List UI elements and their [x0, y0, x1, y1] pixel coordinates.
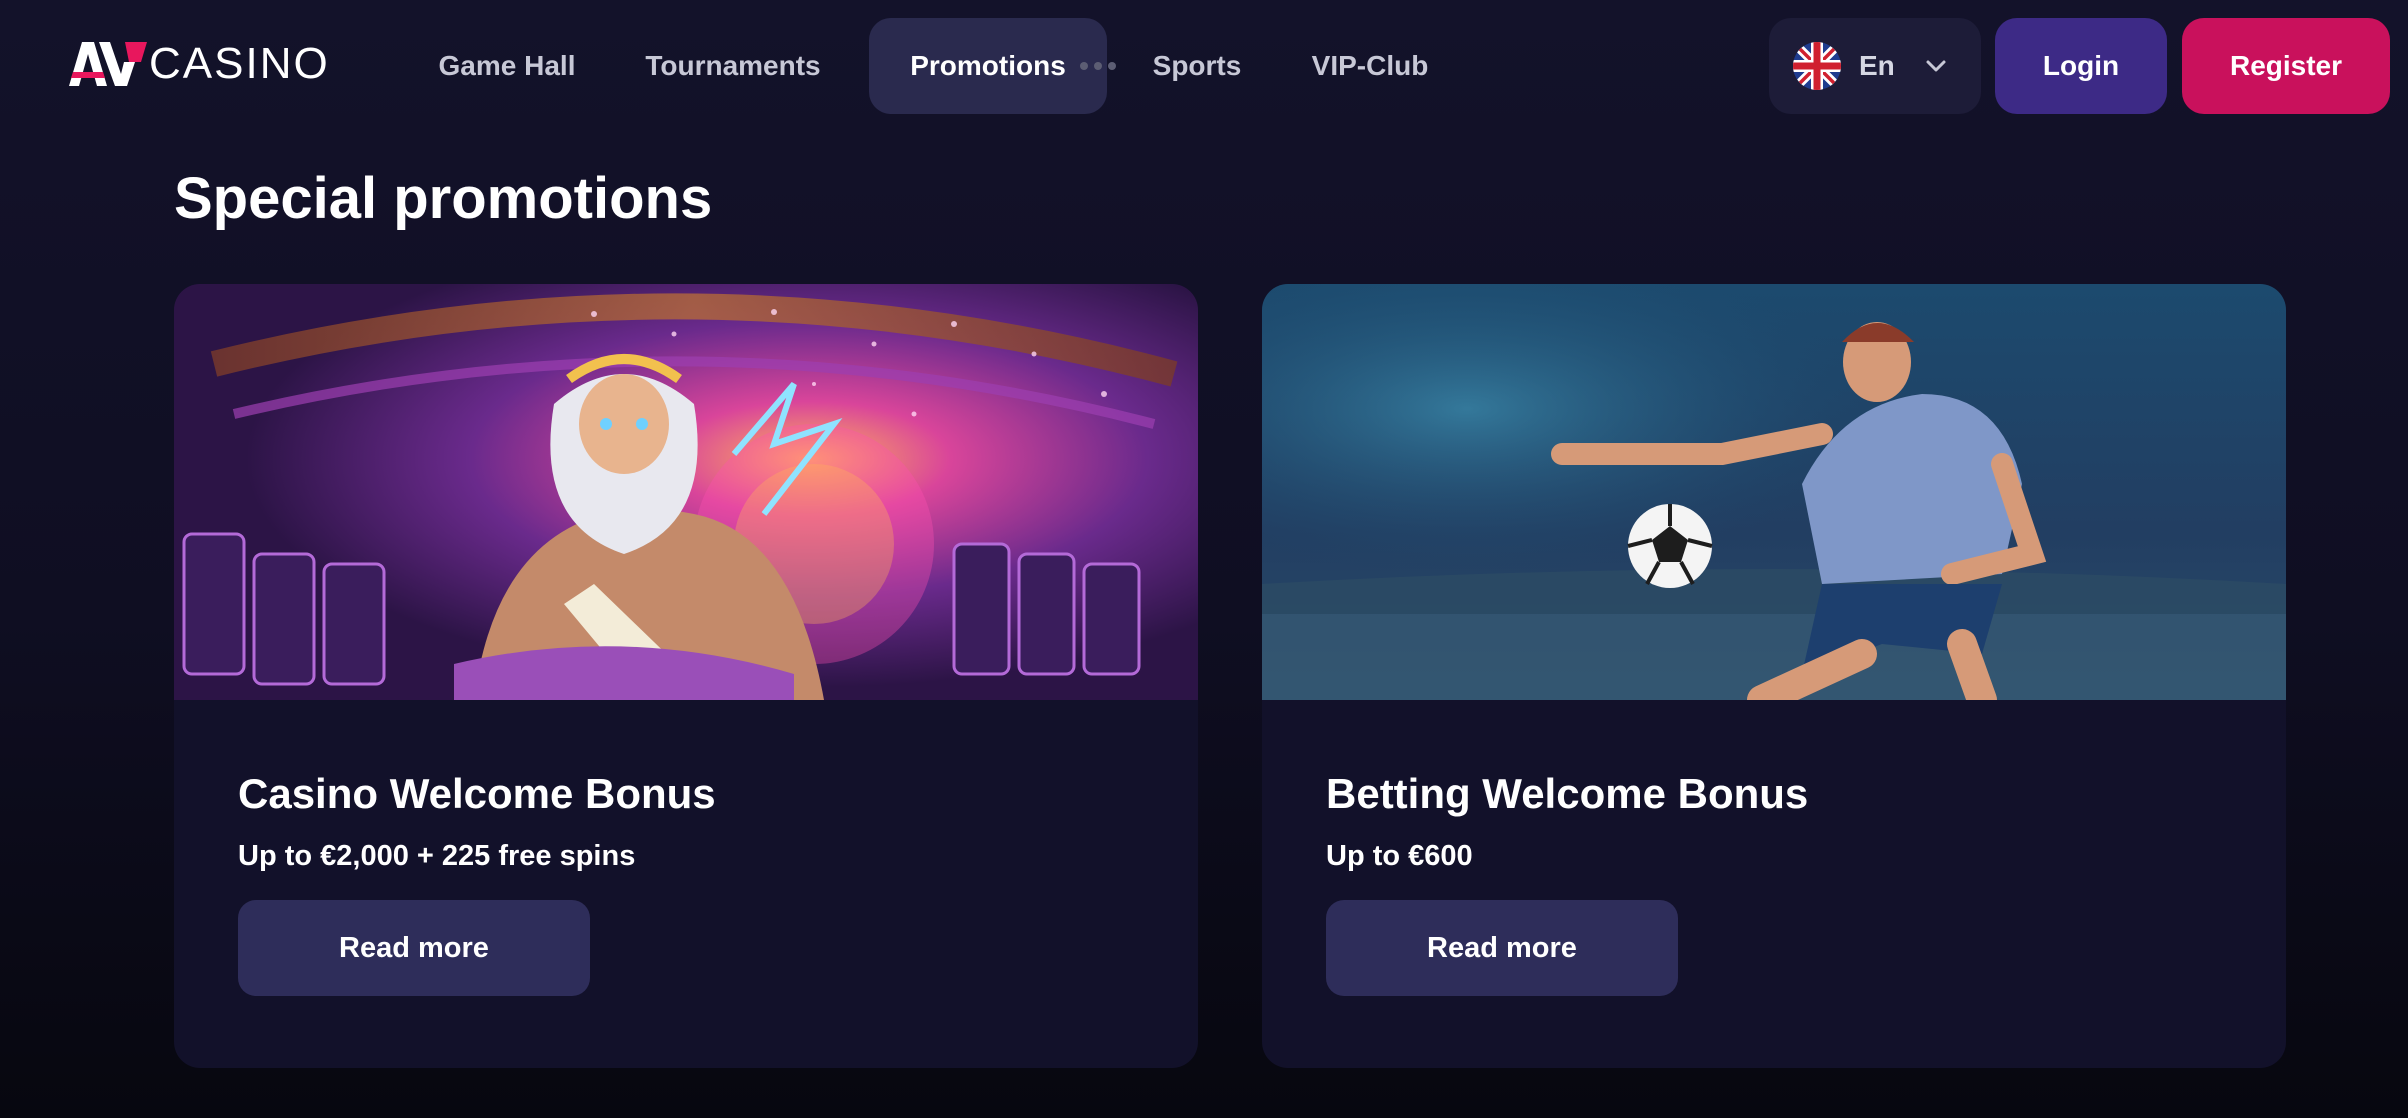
logo-text: CASINO	[149, 39, 330, 88]
nav-tournaments[interactable]: Tournaments	[608, 18, 858, 114]
zeus-casino-illustration	[174, 284, 1198, 700]
read-more-button[interactable]: Read more	[1326, 900, 1678, 996]
promo-title: Betting Welcome Bonus	[1326, 770, 1809, 817]
nav-vip-club[interactable]: VIP-Club	[1280, 18, 1460, 114]
promo-subtitle: Up to €600	[1326, 840, 1473, 872]
read-more-button[interactable]: Read more	[238, 900, 590, 996]
more-menu-icon[interactable]	[1068, 18, 1128, 114]
nav-game-hall[interactable]: Game Hall	[412, 18, 602, 114]
site-header: CASINO Game Hall Tournaments Promotions …	[0, 0, 2408, 130]
promo-subtitle: Up to €2,000 + 225 free spins	[238, 840, 636, 872]
promo-card-casino: Casino Welcome Bonus Up to €2,000 + 225 …	[174, 284, 1198, 1068]
register-button[interactable]: Register	[2182, 18, 2390, 114]
language-selector[interactable]: En	[1769, 18, 1981, 114]
nav-sports[interactable]: Sports	[1117, 18, 1277, 114]
promo-title: Casino Welcome Bonus	[238, 770, 716, 817]
login-button[interactable]: Login	[1995, 18, 2167, 114]
logo[interactable]: CASINO	[69, 41, 330, 87]
logo-mark-icon	[69, 42, 147, 86]
uk-flag-icon	[1793, 42, 1841, 90]
language-label: En	[1859, 50, 1895, 81]
section-title: Special promotions	[174, 166, 713, 231]
promo-card-betting: Betting Welcome Bonus Up to €600 Read mo…	[1262, 284, 2286, 1068]
football-player-illustration	[1262, 284, 2286, 700]
chevron-down-icon	[1926, 60, 1946, 72]
